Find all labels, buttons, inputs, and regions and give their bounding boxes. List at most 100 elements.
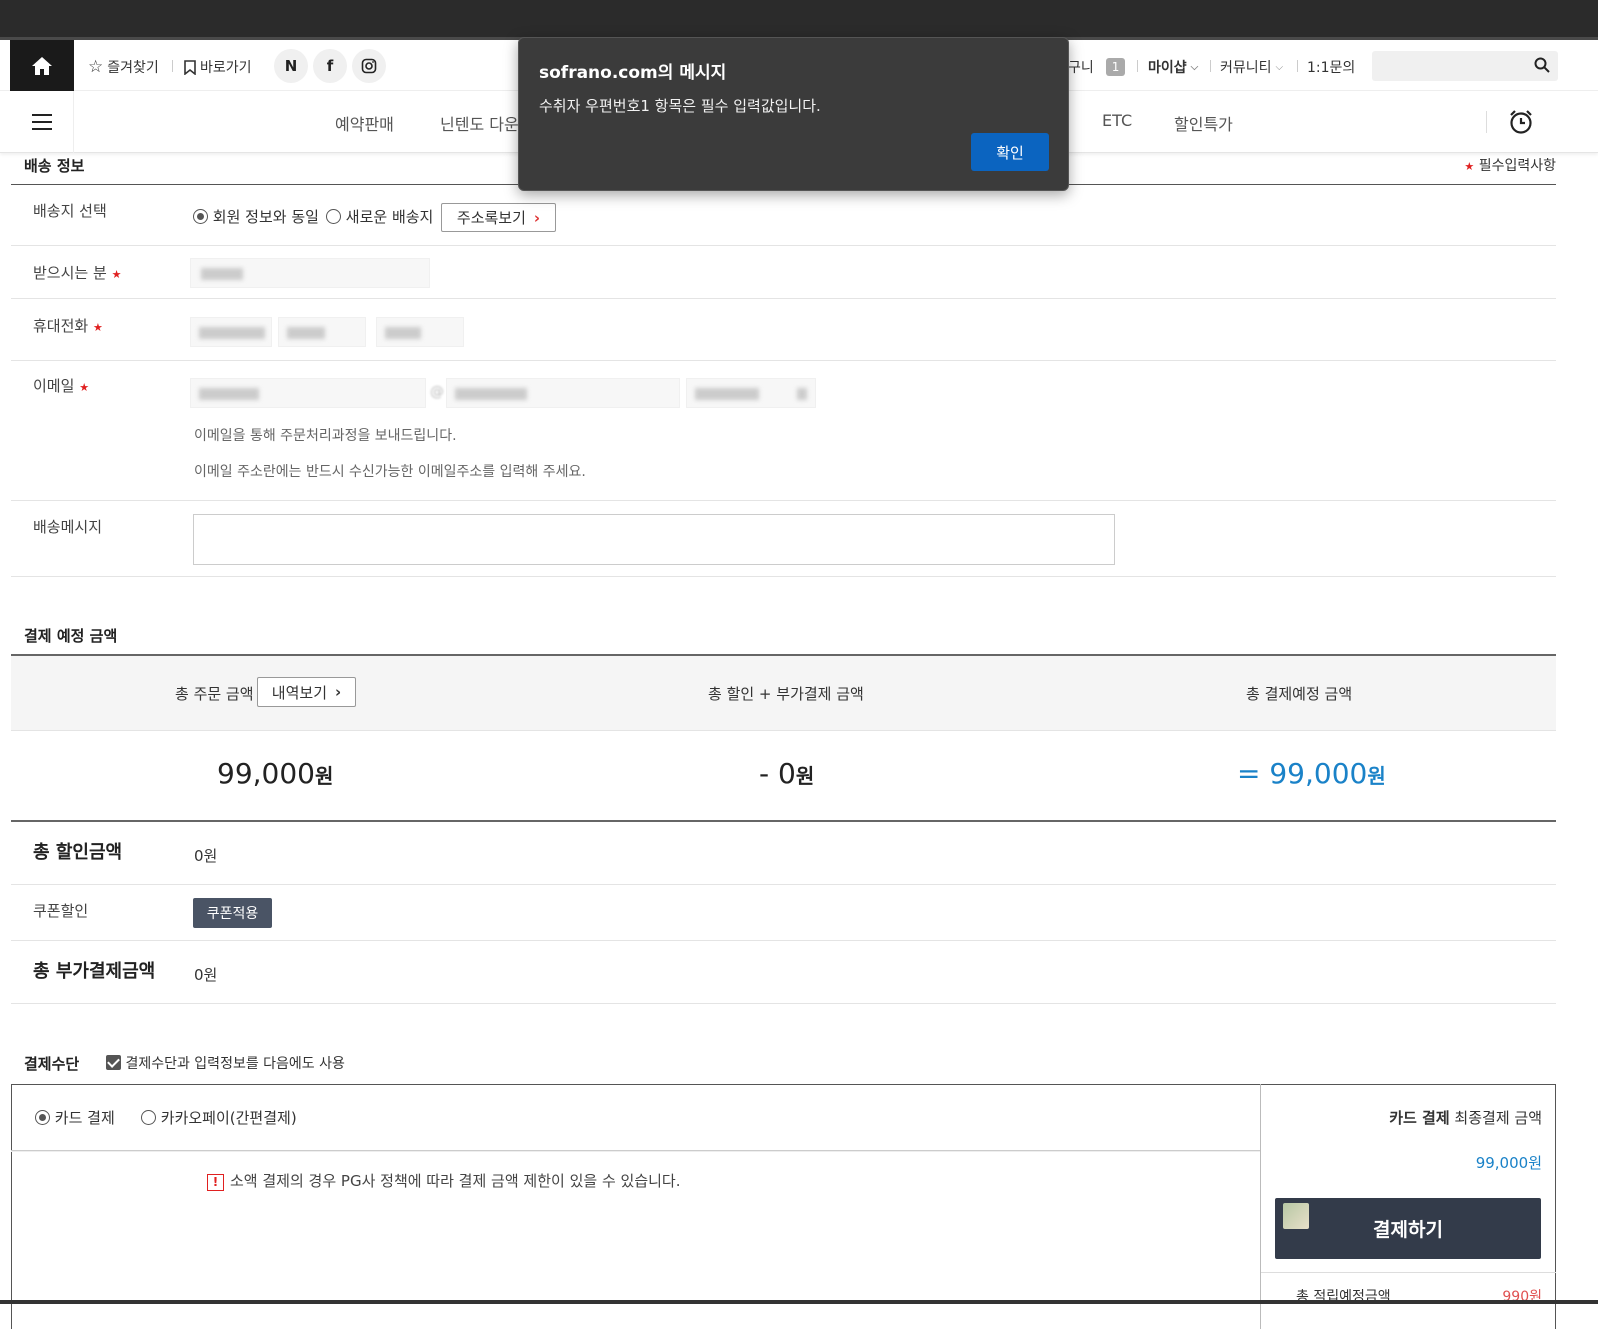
row-divider xyxy=(11,245,1556,246)
discount-total-label: 총 할인 + 부가결제 금액 xyxy=(708,685,864,703)
cart-count-badge: 1 xyxy=(1105,58,1126,76)
row-divider xyxy=(11,1003,1556,1004)
chevron-right-icon: › xyxy=(533,208,541,227)
shortcut-link[interactable]: 바로가기 xyxy=(184,57,252,77)
cart-link[interactable]: 구니 1 xyxy=(1068,57,1126,77)
dialog-ok-button[interactable]: 확인 xyxy=(971,133,1049,171)
payment-divider xyxy=(11,1150,1260,1152)
section-divider xyxy=(11,820,1556,822)
facebook-link[interactable]: f xyxy=(313,49,347,83)
shipping-select-label: 배송지 선택 xyxy=(33,202,107,220)
points-value: 990원 xyxy=(1502,1289,1542,1300)
required-note: ★ 필수입력사항 xyxy=(1464,158,1556,174)
expected-amount: = 99,000원 xyxy=(1237,757,1386,790)
chevron-down-icon: ⌵ xyxy=(1275,61,1284,73)
phone-middle-input[interactable] xyxy=(278,317,366,347)
alarm-clock-icon[interactable] xyxy=(1508,109,1534,135)
email-domain-select[interactable] xyxy=(686,378,816,408)
community-menu[interactable]: 커뮤니티 ⌵ xyxy=(1220,57,1283,77)
separator xyxy=(1137,60,1138,72)
row-divider xyxy=(11,940,1556,941)
email-help-2: 이메일 주소란에는 반드시 수신가능한 이메일주소를 입력해 주세요. xyxy=(194,464,586,480)
final-amount-value: 99,000원 xyxy=(1475,1154,1542,1172)
shipping-option-same[interactable]: 회원 정보와 동일 xyxy=(193,206,319,227)
row-divider xyxy=(11,730,1556,731)
reuse-payment-checkbox[interactable]: 결제수단과 입력정보를 다음에도 사용 xyxy=(106,1053,345,1073)
email-id-input[interactable] xyxy=(190,378,426,408)
row-divider xyxy=(11,884,1556,885)
instagram-icon xyxy=(361,58,377,74)
nav-item-nintendo-download[interactable]: 닌텐도 다운 xyxy=(440,111,519,135)
email-help-1: 이메일을 통해 주문처리과정을 보내드립니다. xyxy=(194,428,457,444)
radio-icon xyxy=(193,209,208,224)
shipping-section-title: 배송 정보 xyxy=(24,157,85,175)
required-star-icon: ★ xyxy=(92,321,103,334)
dialog-title: sofrano.com의 메시지 xyxy=(539,63,727,83)
row-divider xyxy=(1261,1272,1556,1273)
facebook-icon: f xyxy=(326,57,334,75)
required-star-icon: ★ xyxy=(111,268,122,281)
address-book-button[interactable]: 주소록보기 › xyxy=(441,203,556,232)
row-divider xyxy=(11,500,1556,501)
payment-option-kakao[interactable]: 카카오페이(간편결제) xyxy=(141,1107,297,1128)
home-icon xyxy=(32,56,52,75)
search-icon[interactable] xyxy=(1534,57,1550,73)
alert-dialog: sofrano.com의 메시지 수취자 우편번호1 항목은 필수 입력값입니다… xyxy=(518,37,1069,191)
bottom-edge xyxy=(0,1300,1598,1304)
pay-now-button[interactable]: 결제하기 xyxy=(1275,1198,1541,1259)
browser-top-bar xyxy=(0,0,1598,37)
inquiry-link[interactable]: 1:1문의 xyxy=(1307,57,1355,77)
points-label: 총 적립예정금액 xyxy=(1296,1289,1391,1300)
separator xyxy=(1210,60,1211,72)
radio-icon xyxy=(141,1110,156,1125)
separator xyxy=(1297,60,1298,72)
phone-prefix-select[interactable] xyxy=(190,317,272,347)
separator xyxy=(172,60,173,72)
required-star-icon: ★ xyxy=(79,381,90,394)
expected-total-label: 총 결제예정 금액 xyxy=(1246,685,1353,703)
phone-last-input[interactable] xyxy=(376,317,464,347)
radio-icon xyxy=(326,209,341,224)
bookmark-icon xyxy=(184,59,196,75)
total-order-amount: 99,000원 xyxy=(217,757,334,790)
email-label: 이메일 ★ xyxy=(33,377,90,395)
checkbox-checked-icon xyxy=(106,1055,121,1070)
total-extra-value: 0원 xyxy=(194,966,218,984)
phone-label: 휴대전화 ★ xyxy=(33,317,103,335)
naver-link[interactable]: N xyxy=(274,49,308,83)
myshop-menu[interactable]: 마이샵 ⌵ xyxy=(1148,57,1198,77)
shipping-option-new[interactable]: 새로운 배송지 xyxy=(326,206,433,227)
nav-item-discount[interactable]: 할인특가 xyxy=(1174,111,1233,135)
delivery-message-textarea[interactable] xyxy=(193,514,1115,565)
row-divider xyxy=(11,360,1556,361)
favorites-link[interactable]: ☆ 즐겨찾기 xyxy=(88,57,159,77)
payment-option-card[interactable]: 카드 결제 xyxy=(35,1107,115,1128)
email-at-sign: @ xyxy=(430,384,444,400)
home-button[interactable] xyxy=(10,40,74,91)
hamburger-icon xyxy=(31,114,52,116)
row-divider xyxy=(11,298,1556,299)
apply-coupon-button[interactable]: 쿠폰적용 xyxy=(193,898,272,928)
row-divider xyxy=(11,576,1556,577)
total-order-label: 총 주문 금액 xyxy=(175,685,254,703)
exclamation-icon: ! xyxy=(207,1174,224,1191)
payment-notice: ! 소액 결제의 경우 PG사 정책에 따라 결제 금액 제한이 있을 수 있습니… xyxy=(207,1170,681,1191)
radio-icon xyxy=(35,1110,50,1125)
nav-divider xyxy=(1486,111,1487,133)
order-detail-button[interactable]: 내역보기 › xyxy=(257,677,356,707)
email-domain-input[interactable] xyxy=(446,378,680,408)
final-amount-title: 카드 결제 최종결제 금액 xyxy=(1389,1109,1542,1127)
recipient-input[interactable] xyxy=(190,258,430,288)
chevron-right-icon: › xyxy=(335,683,342,701)
search-input[interactable] xyxy=(1372,51,1558,81)
dialog-message: 수취자 우편번호1 항목은 필수 입력값입니다. xyxy=(539,97,821,115)
total-discount-label: 총 할인금액 xyxy=(33,842,123,863)
instagram-link[interactable] xyxy=(352,49,386,83)
nav-item-preorder[interactable]: 예약판매 xyxy=(335,111,394,135)
total-extra-label: 총 부가결제금액 xyxy=(33,961,156,982)
payment-method-title: 결제수단 xyxy=(24,1055,80,1073)
naver-icon: N xyxy=(284,57,298,75)
nav-item-etc[interactable]: ETC xyxy=(1102,111,1132,130)
menu-button[interactable] xyxy=(10,91,74,153)
payment-summary-title: 결제 예정 금액 xyxy=(24,627,118,645)
